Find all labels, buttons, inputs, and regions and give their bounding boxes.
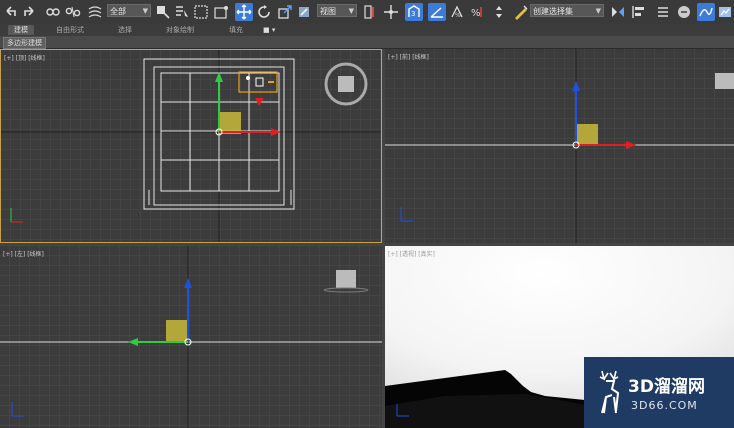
render-icon[interactable] (716, 3, 734, 21)
ribbon-panel: 多边形建模 (0, 36, 734, 49)
curve-editor-icon[interactable] (697, 3, 715, 21)
watermark-title: 3D溜溜网 (628, 377, 705, 397)
named-selection-dropdown[interactable]: 创建选择集 ▼ (530, 4, 604, 17)
tab-modeling[interactable]: 建模 (8, 25, 34, 35)
tab-populate[interactable]: 填充 (229, 25, 243, 35)
unlink-icon[interactable] (64, 3, 82, 21)
rectangle-selection-icon[interactable] (192, 3, 210, 21)
window-crossing-icon[interactable] (212, 3, 230, 21)
viewport-perspective-label[interactable]: [+] [透视] [真实] (388, 249, 435, 258)
tab-selection[interactable]: 选择 (118, 25, 132, 35)
redo-icon[interactable] (20, 3, 38, 21)
viewport-left-label[interactable]: [+] [左] [线框] (3, 249, 44, 258)
link-icon[interactable] (44, 3, 62, 21)
main-toolbar: 全部 ▼ 视图 ▼ 3 % % 创建选择集 ▼ (0, 0, 734, 25)
viewport-front[interactable]: [+] [前] [线框] (385, 49, 734, 243)
viewport-top[interactable]: [+] [顶] [线框] (0, 49, 382, 243)
svg-text:3: 3 (411, 10, 415, 18)
select-manipulate-icon[interactable] (295, 3, 313, 21)
viewport-front-label[interactable]: [+] [前] [线框] (388, 52, 429, 61)
pivot-center-icon[interactable] (382, 3, 400, 21)
align-icon[interactable] (630, 3, 648, 21)
svg-text:%: % (471, 8, 481, 19)
tab-freeform[interactable]: 自由形式 (56, 25, 84, 35)
percent-snap-icon[interactable]: % (448, 3, 466, 21)
svg-text:%: % (455, 12, 461, 19)
tab-object-paint[interactable]: 对象绘制 (166, 25, 194, 35)
select-rotate-icon[interactable] (255, 3, 273, 21)
keyboard-shortcut-icon[interactable] (361, 3, 379, 21)
viewport-top-label[interactable]: [+] [顶] [线框] (4, 53, 45, 62)
ribbon-tabs: 建模 自由形式 选择 对象绘制 填充 ■ ▾ (0, 24, 734, 36)
select-move-icon[interactable] (235, 3, 253, 21)
polygon-modeling-button[interactable]: 多边形建模 (3, 37, 46, 49)
watermark-url: 3D66.COM (631, 399, 698, 412)
ribbon-options-icon[interactable]: ■ ▾ (263, 25, 275, 35)
bind-spacewarp-icon[interactable] (86, 3, 104, 21)
snap-toggle-icon[interactable]: 3 (405, 3, 423, 21)
mirror-icon[interactable] (609, 3, 627, 21)
watermark-logo: 3D溜溜网 3D66.COM (584, 357, 734, 428)
spinner-snap-icon[interactable]: % (469, 3, 487, 21)
angle-snap-icon[interactable] (428, 3, 446, 21)
select-by-name-icon[interactable] (173, 3, 191, 21)
selection-filter-dropdown[interactable]: 全部 ▼ (107, 4, 151, 17)
spinner-arrows-icon[interactable] (490, 3, 508, 21)
undo-icon[interactable] (2, 3, 20, 21)
edit-named-selection-icon[interactable] (512, 3, 530, 21)
layer-manager-icon[interactable] (654, 3, 672, 21)
select-object-icon[interactable] (154, 3, 172, 21)
graphite-tools-icon[interactable] (675, 3, 693, 21)
reference-coordinate-dropdown[interactable]: 视图 ▼ (317, 4, 357, 17)
select-scale-icon[interactable] (276, 3, 294, 21)
deer-logo-icon (599, 370, 620, 414)
viewport-left[interactable]: [+] [左] [线框] (0, 246, 382, 428)
